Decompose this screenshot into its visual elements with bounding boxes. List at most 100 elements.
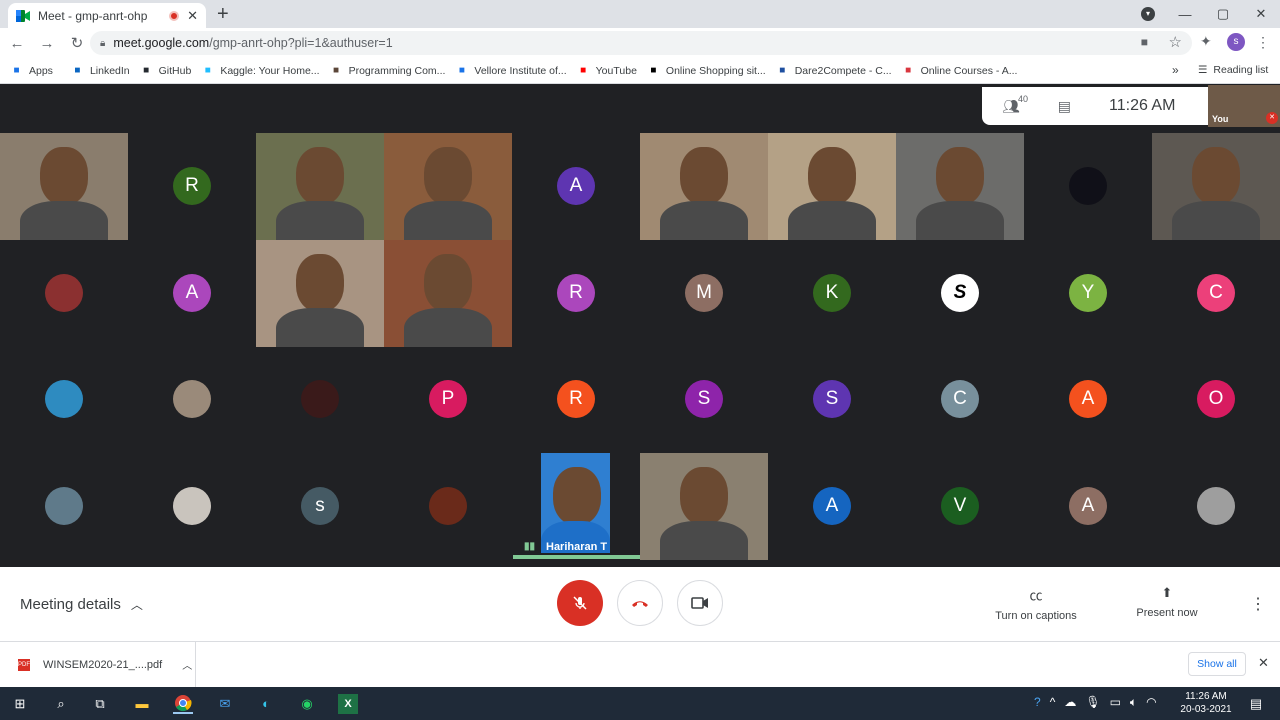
close-window-button[interactable]: ✕ xyxy=(1242,6,1280,22)
help-icon[interactable]: ? xyxy=(1034,695,1041,710)
participant-video-tile[interactable] xyxy=(384,239,512,347)
bookmark-item[interactable]: ■ LinkedIn xyxy=(71,64,129,77)
participant-avatar-tile[interactable]: A xyxy=(1024,453,1152,560)
reload-icon[interactable]: ↻ xyxy=(64,34,90,52)
reading-list-button[interactable]: ☰ Reading list xyxy=(1198,64,1268,76)
tab-close-icon[interactable]: ✕ xyxy=(187,8,198,24)
participant-avatar-tile[interactable]: A xyxy=(512,133,640,240)
bookmark-item[interactable]: ■ Vellore Institute of... xyxy=(455,64,567,77)
download-item[interactable]: PDF WINSEM2020-21_....pdf ︿ xyxy=(0,642,196,687)
bookmark-item[interactable]: ■ Online Courses - A... xyxy=(902,64,1017,77)
file-explorer-icon[interactable]: ▬ xyxy=(132,694,152,714)
bookmark-item[interactable]: ■ Apps xyxy=(10,64,52,77)
chevron-up-icon[interactable]: ︿ xyxy=(182,657,192,672)
excel-icon[interactable]: X xyxy=(338,694,358,714)
volume-icon[interactable]: 🔈︎ xyxy=(1130,695,1137,710)
participant-video-tile[interactable] xyxy=(640,133,768,240)
show-hidden-icons-icon[interactable]: ^ xyxy=(1050,695,1056,710)
participant-avatar-tile[interactable] xyxy=(1152,453,1280,560)
participant-avatar-tile[interactable]: R xyxy=(512,346,640,453)
camera-in-use-icon[interactable]: ■ xyxy=(1141,35,1148,49)
search-icon[interactable]: ⌕ xyxy=(51,694,71,714)
participant-avatar-tile[interactable]: K xyxy=(768,240,896,347)
participant-video-tile[interactable] xyxy=(1152,133,1280,240)
back-icon[interactable]: ← xyxy=(4,35,30,52)
participant-avatar-tile[interactable]: O xyxy=(1152,346,1280,453)
participant-avatar-tile[interactable] xyxy=(128,453,256,560)
participant-avatar-tile[interactable]: C xyxy=(1152,240,1280,347)
chrome-menu-icon[interactable]: ⋮ xyxy=(1256,34,1270,51)
participant-avatar-tile[interactable] xyxy=(0,453,128,560)
leave-call-button[interactable] xyxy=(617,580,663,626)
present-now-button[interactable]: ⬆︎ Present now xyxy=(1128,585,1206,619)
microphone-icon[interactable]: 🎙︎ xyxy=(1085,695,1100,710)
participant-avatar-tile[interactable]: S xyxy=(640,346,768,453)
participant-avatar-tile[interactable]: M xyxy=(640,240,768,347)
participant-video-tile[interactable] xyxy=(0,133,128,240)
participant-avatar-tile[interactable] xyxy=(384,453,512,560)
chrome-taskbar-icon[interactable] xyxy=(173,694,193,714)
tab-search-icon[interactable]: ▾ xyxy=(1141,7,1155,21)
new-tab-button[interactable]: + xyxy=(217,4,229,24)
task-view-icon[interactable]: ⧉ xyxy=(90,694,110,714)
onedrive-icon[interactable]: ☁ xyxy=(1064,695,1076,710)
participant-avatar-tile[interactable] xyxy=(128,346,256,453)
bookmarks-overflow-icon[interactable]: » xyxy=(1172,63,1179,77)
wifi-icon[interactable]: ◠ xyxy=(1146,695,1156,710)
bookmark-item[interactable]: ■ GitHub xyxy=(140,64,191,77)
close-downloads-icon[interactable]: ✕ xyxy=(1258,655,1269,671)
participant-avatar-tile[interactable]: R xyxy=(512,240,640,347)
participant-avatar-tile[interactable] xyxy=(1024,133,1152,240)
bookmark-item[interactable]: ■ Kaggle: Your Home... xyxy=(201,64,320,77)
camera-toggle-button[interactable] xyxy=(677,580,723,626)
participant-video-tile[interactable] xyxy=(640,452,768,560)
participant-avatar-tile[interactable]: s xyxy=(256,453,384,560)
whatsapp-icon[interactable]: ◉ xyxy=(297,694,317,714)
lock-icon[interactable]: 🔒︎ xyxy=(100,38,105,49)
participant-avatar-tile[interactable]: A xyxy=(768,453,896,560)
participant-avatar-tile[interactable]: Y xyxy=(1024,240,1152,347)
participant-avatar-tile[interactable]: S xyxy=(768,346,896,453)
participant-avatar-tile[interactable]: C xyxy=(896,346,1024,453)
bookmark-item[interactable]: ■ YouTube xyxy=(577,64,637,77)
show-all-button[interactable]: Show all xyxy=(1188,652,1246,676)
minimize-button[interactable]: — xyxy=(1166,7,1204,22)
notifications-icon[interactable]: ▤ xyxy=(1246,694,1266,714)
participant-avatar-tile[interactable]: S xyxy=(896,240,1024,347)
participant-avatar-tile[interactable] xyxy=(0,346,128,453)
participant-video-tile[interactable] xyxy=(896,133,1024,240)
tab-meet[interactable]: Meet - gmp-anrt-ohp ✕ xyxy=(8,3,206,28)
bookmark-item[interactable]: ■ Online Shopping sit... xyxy=(647,64,765,77)
bookmark-star-icon[interactable]: ☆ xyxy=(1169,33,1182,51)
participant-avatar-tile[interactable]: A xyxy=(1024,346,1152,453)
participant-avatar-tile[interactable]: R xyxy=(128,133,256,240)
mail-icon[interactable]: ✉ xyxy=(215,694,235,714)
more-options-icon[interactable]: ⋮ xyxy=(1250,594,1266,614)
participant-video-tile[interactable] xyxy=(256,133,384,240)
participant-avatar-tile[interactable]: A xyxy=(128,240,256,347)
bookmark-item[interactable]: ■ Programming Com... xyxy=(330,64,445,77)
participant-avatar-tile[interactable] xyxy=(0,240,128,347)
profile-avatar[interactable]: s xyxy=(1227,33,1245,51)
address-bar[interactable]: 🔒︎ meet.google.com/gmp-anrt-ohp?pli=1&au… xyxy=(90,31,1192,55)
extensions-icon[interactable]: ✦ xyxy=(1200,33,1212,50)
participant-avatar-tile[interactable]: P xyxy=(384,346,512,453)
windows-start-icon[interactable]: ⊞ xyxy=(10,694,30,714)
mic-toggle-button[interactable] xyxy=(557,580,603,626)
participant-video-tile[interactable] xyxy=(384,133,512,240)
participant-video-tile[interactable] xyxy=(256,239,384,347)
people-icon[interactable]: 👥︎ 40 xyxy=(1002,94,1028,115)
self-view-tile[interactable]: You ✕ xyxy=(1208,85,1280,127)
forward-icon[interactable]: → xyxy=(34,35,60,52)
bookmark-item[interactable]: ■ Dare2Compete - C... xyxy=(776,64,891,77)
edge-icon[interactable]: ◐ xyxy=(256,694,276,714)
taskbar-clock[interactable]: 11:26 AM 20-03-2021 xyxy=(1172,690,1240,716)
chat-icon[interactable]: ▤ xyxy=(1058,98,1071,115)
maximize-button[interactable]: ▢ xyxy=(1204,6,1242,22)
participant-avatar-tile[interactable] xyxy=(256,346,384,453)
participant-avatar-tile[interactable]: V xyxy=(896,453,1024,560)
battery-icon[interactable]: ▭ xyxy=(1110,695,1121,710)
meeting-details-button[interactable]: Meeting details ︿ xyxy=(20,596,143,613)
captions-button[interactable]: ㏄ Turn on captions xyxy=(990,585,1082,622)
participant-video-tile[interactable] xyxy=(768,133,896,240)
